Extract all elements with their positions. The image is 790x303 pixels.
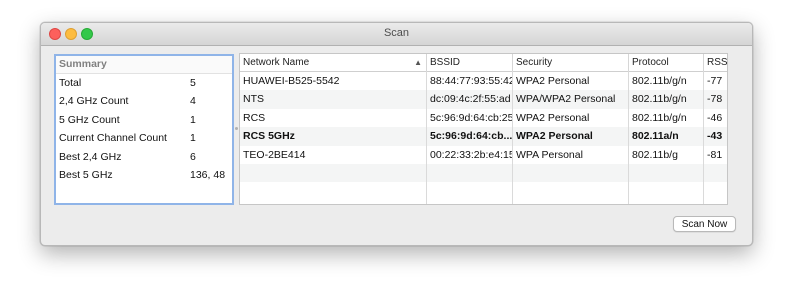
summary-label: Total [59, 77, 82, 89]
cell-security: WPA2 Personal [516, 75, 590, 87]
cell-protocol: 802.11b/g/n [632, 111, 687, 124]
summary-row-total: Total 5 [56, 74, 232, 92]
summary-value: 5 [190, 77, 196, 89]
table-row[interactable]: TEO-2BE414 00:22:33:2b:e4:15 WPA Personal 8… [240, 146, 727, 164]
summary-label: 5 GHz Count [59, 113, 120, 126]
cell-bssid: 88:44:77:93:55:42 [430, 75, 513, 87]
scan-now-button[interactable]: Scan Now [673, 216, 736, 232]
cell-security: WPA2 Personal [516, 130, 593, 143]
summary-value: 136, 48 [190, 168, 226, 181]
cell-security: WPA Personal [516, 148, 583, 161]
column-divider [703, 71, 704, 204]
summary-value: 6 [190, 150, 196, 163]
summary-label: Best 2,4 GHz [59, 150, 122, 163]
summary-row-best-5ghz: Best 5 GHz 136, 48 [56, 166, 232, 184]
table-row[interactable]: NTS dc:09:4c:2f:55:ad WPA/WPA2 Personal 802… [240, 90, 727, 109]
cell-rssi: -43 [707, 130, 723, 143]
window-title: Scan [383, 27, 410, 39]
cell-protocol: 802.11b/g [632, 148, 678, 161]
column-header-bssid[interactable]: BSSID [427, 54, 513, 71]
cell-bssid: 00:22:33:2b:e4:15 [430, 148, 513, 161]
cell-bssid: 5c:96:9d:64:cb... [430, 130, 513, 143]
title-bar: Scan [41, 23, 752, 46]
empty-table-row [240, 163, 727, 183]
summary-value: 1 [190, 132, 196, 145]
summary-label: Best 5 GHz [59, 168, 113, 181]
cell-network-name: HUAWEI-B525-5542 [243, 75, 340, 87]
cell-rssi: -77 [707, 75, 723, 87]
cell-bssid: 5c:96:9d:64:cb:25 [430, 111, 513, 124]
cell-rssi: -78 [707, 93, 723, 106]
cell-bssid: dc:09:4c:2f:55:ad [430, 93, 511, 106]
cell-network-name: NTS [243, 93, 264, 106]
summary-rows: Total 5 2,4 GHz Count 4 5 GHz Count 1 Cu… [56, 74, 232, 184]
cell-security: WPA2 Personal [516, 111, 590, 124]
summary-panel[interactable]: Summary Total 5 2,4 GHz Count 4 5 GHz Co… [54, 54, 234, 205]
table-body: HUAWEI-B525-5542 88:44:77:93:55:42 WPA2 Pe… [240, 72, 727, 201]
column-header-label: Network Name [243, 57, 310, 68]
table-header: Network Name ▲ BSSID Security Protocol R… [240, 54, 727, 72]
column-divider [512, 71, 513, 204]
cell-network-name: TEO-2BE414 [243, 148, 306, 161]
cell-network-name: RCS [243, 111, 266, 124]
split-view-divider-handle[interactable] [235, 127, 238, 130]
summary-value: 1 [190, 113, 196, 126]
summary-row-current-channel-count: Current Channel Count 1 [56, 129, 232, 147]
summary-row-best-24ghz: Best 2,4 GHz 6 [56, 148, 232, 166]
scan-window: Scan Summary Total 5 2,4 GHz Count 4 5 G… [40, 22, 753, 246]
cell-protocol: 802.11b/g/n [632, 75, 687, 87]
summary-row-24ghz-count: 2,4 GHz Count 4 [56, 92, 232, 110]
column-header-rssi[interactable]: RSSI [704, 54, 727, 71]
cell-protocol: 802.11b/g/n [632, 93, 687, 106]
cell-rssi: -81 [707, 148, 723, 161]
cell-protocol: 802.11a/n [632, 130, 679, 143]
table-row[interactable]: RCS 5GHz 5c:96:9d:64:cb... WPA2 Personal 80… [240, 127, 727, 146]
column-divider [426, 71, 427, 204]
summary-label: 2,4 GHz Count [59, 95, 129, 108]
column-header-security[interactable]: Security [513, 54, 629, 71]
column-header-protocol[interactable]: Protocol [629, 54, 704, 71]
summary-row-5ghz-count: 5 GHz Count 1 [56, 111, 232, 129]
sort-ascending-icon: ▲ [414, 58, 422, 67]
table-row[interactable]: HUAWEI-B525-5542 88:44:77:93:55:42 WPA2 Pe… [240, 72, 727, 90]
cell-network-name: RCS 5GHz [243, 130, 295, 143]
cell-rssi: -46 [707, 111, 723, 124]
networks-table[interactable]: Network Name ▲ BSSID Security Protocol R… [239, 53, 728, 205]
cell-security: WPA/WPA2 Personal [516, 93, 616, 106]
summary-header: Summary [56, 56, 232, 74]
summary-value: 4 [190, 95, 196, 108]
column-header-network-name[interactable]: Network Name ▲ [240, 54, 427, 71]
summary-label: Current Channel Count [59, 132, 167, 145]
column-divider [628, 71, 629, 204]
table-row[interactable]: RCS 5c:96:9d:64:cb:25 WPA2 Personal 802.11b… [240, 109, 727, 127]
empty-table-row [240, 182, 727, 200]
